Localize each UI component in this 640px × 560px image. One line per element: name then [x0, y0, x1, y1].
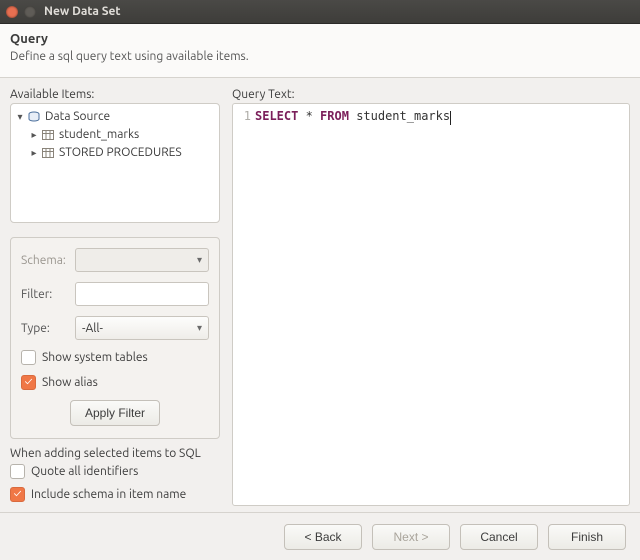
back-button[interactable]: < Back — [284, 524, 362, 550]
expand-icon[interactable]: ▾ — [15, 108, 25, 126]
tree-label: STORED PROCEDURES — [59, 144, 182, 162]
filter-label: Filter: — [21, 288, 75, 301]
page-title: Query — [10, 32, 630, 46]
type-combo[interactable]: -All- ▾ — [75, 316, 209, 340]
table-icon — [41, 129, 55, 141]
tree-item-stored-procedures[interactable]: ▸ STORED PROCEDURES — [13, 144, 217, 162]
page-header: Query Define a sql query text using avai… — [0, 24, 640, 78]
sql-keyword: FROM — [320, 108, 349, 124]
expand-icon[interactable]: ▸ — [29, 144, 39, 162]
filter-input[interactable] — [75, 282, 209, 306]
chevron-down-icon: ▾ — [197, 322, 202, 334]
tree-item-student-marks[interactable]: ▸ student_marks — [13, 126, 217, 144]
include-schema-label: Include schema in item name — [31, 488, 186, 501]
when-adding-panel: When adding selected items to SQL Quote … — [10, 447, 220, 502]
when-adding-title: When adding selected items to SQL — [10, 447, 220, 460]
right-column: Query Text: 1SELECT * FROM student_marks — [232, 88, 630, 506]
left-column: Available Items: ▾ Data Source ▸ student… — [10, 88, 220, 506]
sql-token — [349, 108, 356, 124]
apply-filter-button[interactable]: Apply Filter — [70, 400, 160, 426]
query-text-label: Query Text: — [232, 88, 630, 101]
cancel-button[interactable]: Cancel — [460, 524, 538, 550]
text-caret — [450, 111, 451, 125]
schema-label: Schema: — [21, 254, 75, 267]
tree-label: Data Source — [45, 108, 110, 126]
quote-identifiers-label: Quote all identifiers — [31, 465, 138, 478]
wizard-footer: < Back Next > Cancel Finish — [0, 512, 640, 560]
window-controls — [6, 6, 36, 18]
type-label: Type: — [21, 322, 75, 335]
filter-panel: Schema: ▾ Filter: Type: -All- ▾ Show sys… — [10, 237, 220, 439]
include-schema-checkbox[interactable] — [10, 487, 25, 502]
tree-label: student_marks — [59, 126, 139, 144]
show-alias-checkbox[interactable] — [21, 375, 36, 390]
type-value: -All- — [82, 322, 103, 335]
tree-root-data-source[interactable]: ▾ Data Source — [13, 108, 217, 126]
datasource-icon — [27, 111, 41, 123]
schema-combo: ▾ — [75, 248, 209, 272]
show-system-checkbox[interactable] — [21, 350, 36, 365]
sql-token: * — [298, 108, 320, 124]
code-line: 1SELECT * FROM student_marks — [239, 108, 623, 124]
expand-icon[interactable]: ▸ — [29, 126, 39, 144]
content: Available Items: ▾ Data Source ▸ student… — [0, 78, 640, 512]
close-icon[interactable] — [6, 6, 18, 18]
next-button: Next > — [372, 524, 450, 550]
page-subtitle: Define a sql query text using available … — [10, 50, 630, 63]
sql-keyword: SELECT — [255, 108, 298, 124]
show-alias-label: Show alias — [42, 376, 98, 389]
table-icon — [41, 147, 55, 159]
line-number: 1 — [239, 108, 251, 124]
window-title: New Data Set — [44, 5, 121, 18]
query-text-editor[interactable]: 1SELECT * FROM student_marks — [232, 103, 630, 506]
available-items-tree[interactable]: ▾ Data Source ▸ student_marks ▸ STORED P… — [10, 103, 220, 223]
chevron-down-icon: ▾ — [197, 254, 202, 266]
quote-identifiers-checkbox[interactable] — [10, 464, 25, 479]
titlebar: New Data Set — [0, 0, 640, 24]
show-system-label: Show system tables — [42, 351, 148, 364]
finish-button[interactable]: Finish — [548, 524, 626, 550]
sql-identifier: student_marks — [356, 108, 450, 124]
minimize-icon[interactable] — [24, 6, 36, 18]
available-items-label: Available Items: — [10, 88, 220, 101]
